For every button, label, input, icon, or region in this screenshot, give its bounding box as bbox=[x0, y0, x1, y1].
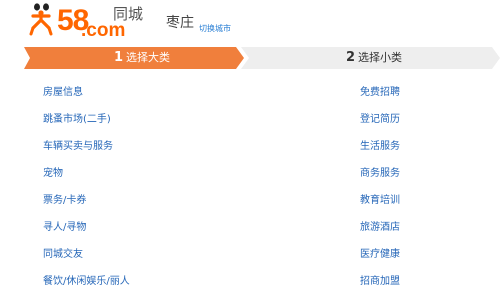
category-link[interactable]: 餐饮/休闲娱乐/丽人 bbox=[43, 275, 130, 288]
post-category-page: 58 .com 同城 枣庄 切换城市 1 选择大类 2 选择小类 房屋信息 跳蚤市场… bbox=[0, 0, 500, 304]
step-select-main-category: 1 选择大类 bbox=[24, 47, 244, 69]
category-link[interactable]: 教育培训 bbox=[360, 194, 400, 207]
logo-brand: 同城 bbox=[113, 5, 144, 23]
category-link[interactable]: 房屋信息 bbox=[43, 86, 83, 99]
category-link[interactable]: 宠物 bbox=[43, 167, 63, 180]
category-link[interactable]: 医疗健康 bbox=[360, 248, 400, 261]
step-1-text: 1 选择大类 bbox=[114, 47, 170, 69]
category-link[interactable]: 登记简历 bbox=[360, 113, 400, 126]
step-1-number: 1 bbox=[114, 50, 124, 65]
step-2-label: 选择小类 bbox=[358, 51, 403, 64]
step-progress: 1 选择大类 2 选择小类 bbox=[24, 47, 500, 69]
step-select-sub-category: 2 选择小类 bbox=[241, 47, 500, 69]
category-link[interactable]: 招商加盟 bbox=[360, 275, 400, 288]
header: 58 .com 同城 枣庄 切换城市 bbox=[0, 0, 500, 44]
category-link[interactable]: 票务/卡券 bbox=[43, 194, 86, 207]
category-link[interactable]: 生活服务 bbox=[360, 140, 400, 153]
switch-city-link[interactable]: 切换城市 bbox=[199, 24, 231, 34]
mascot-icon bbox=[29, 3, 53, 36]
step-2-number: 2 bbox=[346, 50, 356, 65]
category-link[interactable]: 车辆买卖与服务 bbox=[43, 140, 113, 153]
category-link[interactable]: 跳蚤市场(二手) bbox=[43, 113, 111, 126]
category-link[interactable]: 免费招聘 bbox=[360, 86, 400, 99]
category-link[interactable]: 寻人/寻物 bbox=[43, 221, 86, 234]
current-city: 枣庄 bbox=[166, 15, 194, 31]
step-1-label: 选择大类 bbox=[126, 51, 171, 64]
category-link[interactable]: 商务服务 bbox=[360, 167, 400, 180]
category-link[interactable]: 同城交友 bbox=[43, 248, 83, 261]
step-2-text: 2 选择小类 bbox=[346, 47, 402, 69]
category-link[interactable]: 旅游酒店 bbox=[360, 221, 400, 234]
logo-domain: .com bbox=[81, 20, 126, 41]
site-logo[interactable]: 58 .com 同城 bbox=[29, 2, 157, 40]
